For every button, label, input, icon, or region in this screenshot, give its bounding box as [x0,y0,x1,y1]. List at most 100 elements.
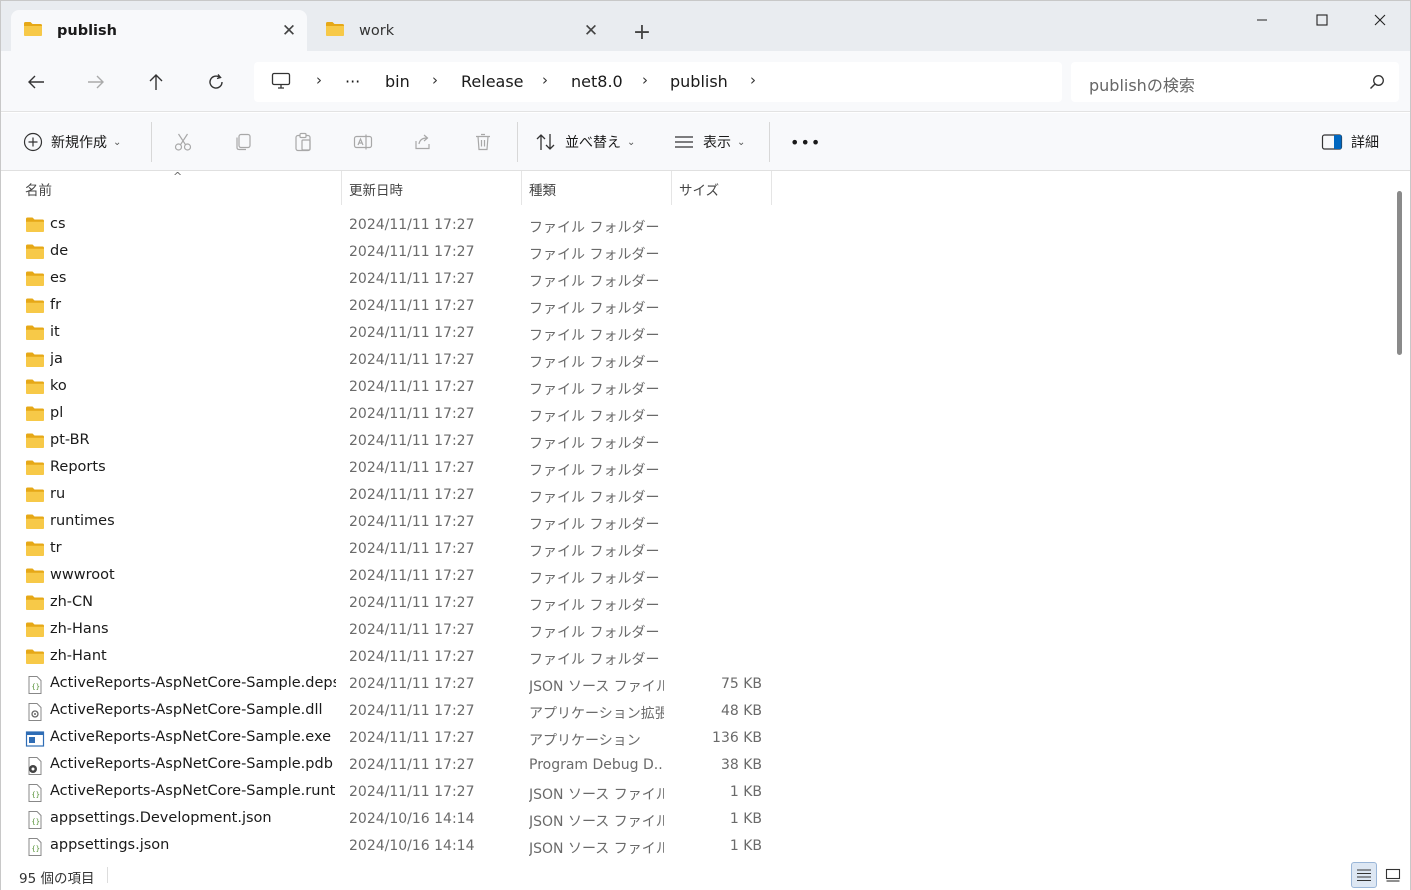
file-row[interactable]: ActiveReports-AspNetCore-Sample.dll 2024/… [1,698,1391,725]
folder-icon [25,513,45,533]
column-headers: ^ 名前 更新日時 種類 サイズ [1,170,1391,205]
close-window-button[interactable] [1351,1,1409,39]
paste-button[interactable] [288,127,318,157]
file-modified: 2024/11/11 17:27 [349,487,475,503]
share-icon [415,134,430,150]
view-button[interactable]: 表示 ⌄ [673,127,745,157]
file-modified: 2024/11/11 17:27 [349,352,475,368]
file-type: ファイル フォルダー [529,247,660,263]
folder-icon [25,297,45,317]
file-row[interactable]: ja 2024/11/11 17:27 ファイル フォルダー [1,347,1391,374]
close-tab-icon[interactable]: ✕ [573,21,609,41]
column-header-modified[interactable]: 更新日時 [349,179,403,199]
breadcrumb-item-bin[interactable]: bin [385,72,410,91]
column-divider[interactable] [771,171,772,205]
file-row[interactable]: {} ActiveReports-AspNetCore-Sample.deps..… [1,671,1391,698]
file-modified: 2024/11/11 17:27 [349,541,475,557]
file-row[interactable]: zh-Hans 2024/11/11 17:27 ファイル フォルダー [1,617,1391,644]
details-view-button[interactable] [1351,862,1377,888]
file-row[interactable]: {} appsettings.Development.json 2024/10/16… [1,806,1391,833]
column-divider[interactable] [521,171,522,205]
forward-button[interactable] [78,64,114,100]
large-icons-view-button[interactable] [1380,862,1406,888]
refresh-button[interactable] [198,64,234,100]
file-row[interactable]: it 2024/11/11 17:27 ファイル フォルダー [1,320,1391,347]
file-row[interactable]: es 2024/11/11 17:27 ファイル フォルダー [1,266,1391,293]
file-row[interactable]: ko 2024/11/11 17:27 ファイル フォルダー [1,374,1391,401]
sort-label: 並べ替え [565,135,621,151]
vertical-scrollbar[interactable] [1391,171,1410,859]
computer-icon[interactable] [271,72,291,94]
copy-button[interactable] [228,127,258,157]
search-icon [1369,74,1385,94]
share-button[interactable] [408,127,438,157]
delete-button[interactable] [468,127,498,157]
scrollbar-thumb[interactable] [1397,191,1402,355]
chevron-right-icon[interactable]: › [425,71,445,89]
file-modified: 2024/11/11 17:27 [349,730,475,746]
file-type: ファイル フォルダー [529,517,660,533]
file-row[interactable]: runtimes 2024/11/11 17:27 ファイル フォルダー [1,509,1391,536]
new-button[interactable]: 新規作成 ⌄ [23,127,121,157]
more-options-button[interactable]: ••• [790,127,821,157]
file-row[interactable]: pl 2024/11/11 17:27 ファイル フォルダー [1,401,1391,428]
file-type: ファイル フォルダー [529,220,660,236]
address-bar[interactable]: › ··· bin › Release › net8.0 › publish › [254,62,1062,102]
sort-button[interactable]: 並べ替え ⌄ [535,127,635,157]
close-tab-icon[interactable]: ✕ [271,21,307,41]
breadcrumb-item-release[interactable]: Release [461,72,524,91]
cut-button[interactable] [168,127,198,157]
file-row[interactable]: tr 2024/11/11 17:27 ファイル フォルダー [1,536,1391,563]
trash-icon [476,133,490,151]
file-name: ActiveReports-AspNetCore-Sample.pdb [50,756,333,772]
chevron-right-icon[interactable]: › [535,71,555,89]
divider [769,122,770,162]
json-file-icon: {} [25,783,45,803]
file-type: ファイル フォルダー [529,274,660,290]
tab-work[interactable]: work ✕ [313,10,609,51]
file-row[interactable]: pt-BR 2024/11/11 17:27 ファイル フォルダー [1,428,1391,455]
file-row[interactable]: cs 2024/11/11 17:27 ファイル フォルダー [1,212,1391,239]
file-row[interactable]: ru 2024/11/11 17:27 ファイル フォルダー [1,482,1391,509]
maximize-button[interactable] [1293,1,1351,39]
breadcrumb-item-net8[interactable]: net8.0 [571,72,623,91]
chevron-right-icon[interactable]: › [743,71,763,89]
back-button[interactable] [18,64,54,100]
svg-text:{}: {} [32,818,40,826]
svg-text:{}: {} [32,791,40,799]
breadcrumb-item-publish[interactable]: publish [670,72,728,91]
sort-ascending-icon: ^ [173,170,183,183]
file-row[interactable]: zh-Hant 2024/11/11 17:27 ファイル フォルダー [1,644,1391,671]
maximize-icon [1316,14,1328,26]
folder-icon [25,378,45,398]
file-row[interactable]: ActiveReports-AspNetCore-Sample.pdb 2024/… [1,752,1391,779]
column-divider[interactable] [341,171,342,205]
file-row[interactable]: {} appsettings.json 2024/10/16 14:14 JSON ソ… [1,833,1391,860]
chevron-right-icon[interactable]: › [309,71,329,89]
column-header-size[interactable]: サイズ [679,179,719,199]
breadcrumb-overflow[interactable]: ··· [345,72,360,91]
file-row[interactable]: fr 2024/11/11 17:27 ファイル フォルダー [1,293,1391,320]
file-row[interactable]: Reports 2024/11/11 17:27 ファイル フォルダー [1,455,1391,482]
chevron-right-icon[interactable]: › [635,71,655,89]
search-input[interactable]: publishの検索 [1071,62,1399,102]
column-header-name[interactable]: 名前 [25,179,52,199]
minimize-button[interactable] [1233,1,1291,39]
folder-icon [25,567,45,587]
tab-publish[interactable]: publish ✕ [11,10,307,51]
column-divider[interactable] [671,171,672,205]
new-tab-button[interactable]: + [627,21,657,47]
file-row[interactable]: ActiveReports-AspNetCore-Sample.exe 2024/… [1,725,1391,752]
file-size: 136 KB [712,730,762,746]
up-button[interactable] [138,64,174,100]
file-row[interactable]: {} ActiveReports-AspNetCore-Sample.runti.… [1,779,1391,806]
column-header-type[interactable]: 種類 [529,179,556,199]
file-row[interactable]: zh-CN 2024/11/11 17:27 ファイル フォルダー [1,590,1391,617]
file-row[interactable]: wwwroot 2024/11/11 17:27 ファイル フォルダー [1,563,1391,590]
file-name: ja [50,351,63,367]
file-modified: 2024/10/16 14:14 [349,811,475,827]
folder-icon [25,324,45,344]
details-pane-button[interactable]: 詳細 [1321,127,1379,157]
file-row[interactable]: de 2024/11/11 17:27 ファイル フォルダー [1,239,1391,266]
rename-button[interactable] [348,127,378,157]
